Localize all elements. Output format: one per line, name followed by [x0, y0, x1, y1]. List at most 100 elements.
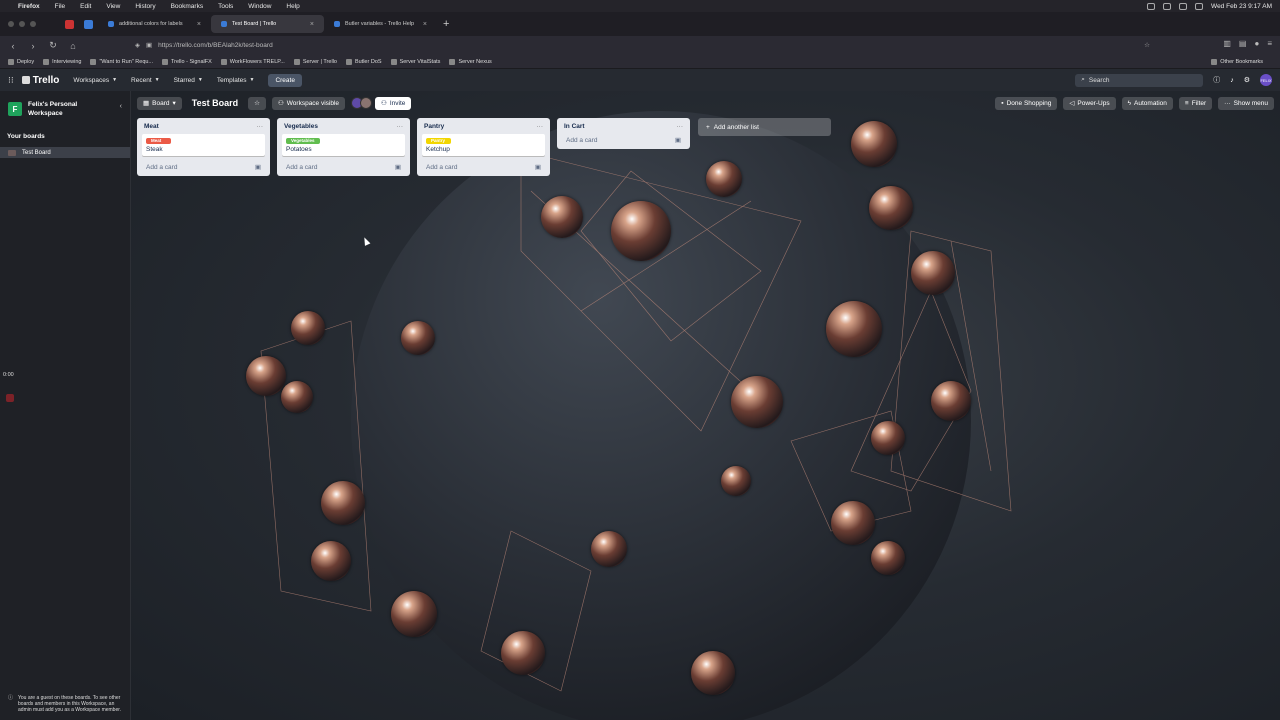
star-board-button[interactable]: ☆	[248, 96, 266, 110]
menu-tools[interactable]: Tools	[218, 3, 233, 10]
shield-icon[interactable]: ◈	[135, 41, 140, 49]
record-stop-icon[interactable]	[6, 394, 14, 402]
bookmark-item[interactable]: "Want to Run" Requ...	[90, 58, 153, 65]
menubar-clock[interactable]: Wed Feb 23 9:17 AM	[1211, 3, 1272, 10]
menu-app-name[interactable]: Firefox	[18, 3, 40, 10]
menu-starred[interactable]: Starred ▼	[174, 77, 203, 84]
list-header[interactable]: Pantry ···	[422, 122, 545, 134]
card[interactable]: Pantry Ketchup	[422, 134, 545, 156]
add-card-button[interactable]: Add a card ▣	[562, 134, 685, 145]
back-icon[interactable]: ‹	[8, 41, 18, 51]
list-title[interactable]: In Cart	[564, 123, 585, 130]
template-icon[interactable]: ▣	[675, 136, 681, 144]
list-title[interactable]: Pantry	[424, 123, 444, 130]
card[interactable]: Meat Steak	[142, 134, 265, 156]
app-menu-icon[interactable]: ≡	[1267, 39, 1272, 48]
battery-icon[interactable]	[1195, 2, 1204, 10]
menu-history[interactable]: History	[135, 3, 155, 10]
board-members[interactable]	[351, 97, 373, 109]
add-card-button[interactable]: Add a card ▣	[142, 161, 265, 172]
card-label[interactable]: Vegetables	[286, 138, 320, 144]
card-label[interactable]: Pantry	[426, 138, 451, 144]
add-list-button[interactable]: + Add another list	[698, 118, 831, 136]
bookmark-item[interactable]: Butler DoS	[345, 58, 382, 65]
trello-logo[interactable]: Trello	[21, 75, 59, 86]
pinned-tab-icon[interactable]	[65, 19, 74, 29]
browser-tab[interactable]: additional colors for labels ×	[98, 15, 211, 33]
url-bar[interactable]: ◈ ▣ https://trello.com/b/BEAlah2k/test-b…	[135, 38, 1150, 52]
new-tab-icon[interactable]: +	[443, 18, 449, 30]
avatar[interactable]: FELIX	[1260, 74, 1272, 86]
status-icon[interactable]	[1163, 2, 1172, 10]
search-input[interactable]: ⌕ Search	[1075, 73, 1204, 87]
list-in-cart[interactable]: In Cart ··· Add a card ▣	[557, 118, 690, 149]
list-menu-icon[interactable]: ···	[257, 123, 264, 130]
menu-help[interactable]: Help	[286, 3, 299, 10]
settings-icon[interactable]: ⚙	[1244, 76, 1250, 84]
menu-bookmarks[interactable]: Bookmarks	[171, 3, 204, 10]
pinned-tab-icon[interactable]	[84, 19, 93, 29]
menu-recent[interactable]: Recent ▼	[131, 77, 160, 84]
bookmark-item[interactable]: Server VitalStats	[390, 58, 440, 65]
power-ups-button[interactable]: ◁ Power-Ups	[1063, 96, 1116, 110]
notifications-icon[interactable]: ♪	[1230, 77, 1234, 84]
bookmark-star-icon[interactable]: ☆	[1144, 41, 1150, 49]
done-shopping-button[interactable]: ▪ Done Shopping	[995, 96, 1058, 110]
sidebar-icon[interactable]: ▤	[1239, 39, 1247, 48]
template-icon[interactable]: ▣	[255, 163, 261, 171]
browser-tab-active[interactable]: Test Board | Trello ×	[211, 15, 324, 33]
list-header[interactable]: Vegetables ···	[282, 122, 405, 134]
create-button[interactable]: Create	[268, 73, 302, 87]
bookmark-item[interactable]: Deploy	[8, 58, 34, 65]
menu-workspaces[interactable]: Workspaces ▼	[73, 77, 117, 84]
list-menu-icon[interactable]: ···	[397, 123, 404, 130]
home-icon[interactable]: ⌂	[68, 41, 78, 51]
reload-icon[interactable]: ↻	[48, 40, 58, 51]
sidebar-item-test-board[interactable]: Test Board	[0, 147, 130, 158]
list-menu-icon[interactable]: ···	[537, 123, 544, 130]
automation-button[interactable]: ϟ Automation	[1121, 96, 1173, 110]
other-bookmarks[interactable]: Other Bookmarks	[1211, 58, 1263, 65]
collapse-sidebar-icon[interactable]: ‹	[120, 103, 122, 110]
forward-icon[interactable]: ›	[28, 41, 38, 51]
template-icon[interactable]: ▣	[535, 163, 541, 171]
bookmark-item[interactable]: WorkFlowers TRELP...	[220, 58, 285, 65]
list-vegetables[interactable]: Vegetables ··· Vegetables Potatoes Add a …	[277, 118, 410, 176]
wifi-icon[interactable]	[1179, 2, 1188, 10]
menu-file[interactable]: File	[55, 3, 65, 10]
browser-tab[interactable]: Butler variables - Trello Help ×	[324, 15, 437, 33]
bookmark-item[interactable]: Server | Trello	[293, 58, 337, 65]
list-menu-icon[interactable]: ···	[677, 123, 684, 130]
minimize-window-icon[interactable]	[19, 21, 25, 27]
menu-view[interactable]: View	[106, 3, 120, 10]
list-title[interactable]: Meat	[144, 123, 159, 130]
list-header[interactable]: In Cart ···	[562, 122, 685, 134]
template-icon[interactable]: ▣	[395, 163, 401, 171]
workspace-header[interactable]: F Felix's Personal Workspace ‹	[0, 91, 130, 118]
card-label[interactable]: Meat	[146, 138, 171, 144]
library-icon[interactable]: ▥	[1223, 39, 1231, 48]
bookmark-item[interactable]: Trello - SignalFX	[162, 58, 212, 65]
add-card-button[interactable]: Add a card ▣	[282, 161, 405, 172]
close-tab-icon[interactable]: ×	[423, 21, 427, 28]
add-card-button[interactable]: Add a card ▣	[422, 161, 545, 172]
lock-icon[interactable]: ▣	[146, 41, 152, 49]
list-title[interactable]: Vegetables	[284, 123, 318, 130]
bookmark-item[interactable]: Server Nexus	[449, 58, 492, 65]
app-switcher-icon[interactable]: ⁝⁝	[8, 75, 14, 86]
invite-button[interactable]: ⚇ Invite	[375, 96, 412, 110]
board-view-switcher[interactable]: ▦ Board ▾	[137, 96, 182, 110]
bookmark-item[interactable]: Interviewing	[43, 58, 81, 65]
card[interactable]: Vegetables Potatoes	[282, 134, 405, 156]
visibility-button[interactable]: ⚇ Workspace visible	[271, 96, 346, 110]
filter-button[interactable]: ≡ Filter	[1178, 96, 1213, 110]
show-menu-button[interactable]: ··· Show menu	[1218, 96, 1274, 110]
menu-edit[interactable]: Edit	[80, 3, 91, 10]
status-icon[interactable]	[1147, 2, 1156, 10]
avatar[interactable]	[360, 97, 373, 109]
menu-window[interactable]: Window	[248, 3, 271, 10]
close-window-icon[interactable]	[8, 21, 14, 27]
board-title[interactable]: Test Board	[188, 98, 242, 108]
list-pantry[interactable]: Pantry ··· Pantry Ketchup Add a card ▣	[417, 118, 550, 176]
zoom-window-icon[interactable]	[30, 21, 36, 27]
